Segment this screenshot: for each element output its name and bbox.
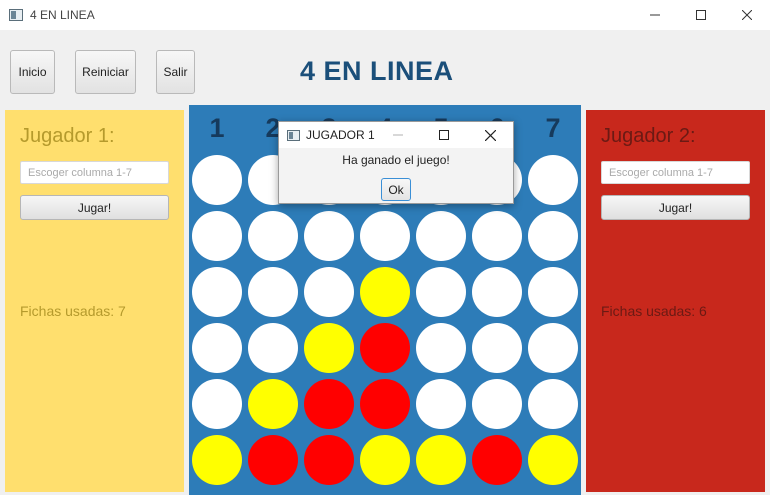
empty-slot bbox=[248, 211, 298, 261]
window-titlebar: 4 EN LINEA bbox=[0, 0, 770, 30]
window-controls bbox=[632, 0, 770, 30]
dialog-minimize-icon[interactable] bbox=[375, 122, 421, 148]
column-number: 1 bbox=[209, 113, 225, 143]
yellow-piece bbox=[192, 435, 242, 485]
yellow-piece bbox=[360, 267, 410, 317]
app-title: 4 EN LINEA bbox=[300, 56, 454, 86]
empty-slot bbox=[192, 267, 242, 317]
player1-play-button[interactable]: Jugar! bbox=[20, 195, 169, 220]
winner-dialog: JUGADOR 1 Ha ganado el juego! Ok bbox=[278, 121, 514, 204]
empty-slot bbox=[192, 379, 242, 429]
red-piece bbox=[304, 379, 354, 429]
dialog-close-icon[interactable] bbox=[467, 122, 513, 148]
player2-panel: Jugador 2: Jugar! Fichas usadas: 6 bbox=[586, 110, 765, 492]
dialog-title: JUGADOR 1 bbox=[306, 128, 375, 142]
player1-panel: Jugador 1: Jugar! Fichas usadas: 7 bbox=[5, 110, 184, 492]
empty-slot bbox=[304, 267, 354, 317]
dialog-controls bbox=[375, 122, 513, 148]
empty-slot bbox=[248, 267, 298, 317]
player2-title: Jugador 2: bbox=[601, 125, 696, 147]
yellow-piece bbox=[248, 379, 298, 429]
empty-slot bbox=[472, 211, 522, 261]
empty-slot bbox=[528, 267, 578, 317]
empty-slot bbox=[416, 379, 466, 429]
empty-slot bbox=[528, 155, 578, 205]
red-piece bbox=[304, 435, 354, 485]
red-piece bbox=[360, 323, 410, 373]
player1-title: Jugador 1: bbox=[20, 125, 115, 147]
empty-slot bbox=[472, 379, 522, 429]
inicio-button[interactable]: Inicio bbox=[10, 50, 55, 94]
yellow-piece bbox=[416, 435, 466, 485]
empty-slot bbox=[472, 323, 522, 373]
empty-slot bbox=[360, 211, 410, 261]
dialog-message: Ha ganado el juego! bbox=[342, 153, 450, 167]
dialog-titlebar: JUGADOR 1 bbox=[279, 122, 513, 148]
dialog-app-icon bbox=[287, 129, 300, 141]
empty-slot bbox=[192, 211, 242, 261]
player2-column-input[interactable] bbox=[601, 161, 750, 184]
yellow-piece bbox=[360, 435, 410, 485]
reiniciar-button[interactable]: Reiniciar bbox=[75, 50, 136, 94]
empty-slot bbox=[416, 211, 466, 261]
red-piece bbox=[248, 435, 298, 485]
red-piece bbox=[472, 435, 522, 485]
yellow-piece bbox=[528, 435, 578, 485]
window-title: 4 EN LINEA bbox=[30, 8, 95, 22]
ok-button[interactable]: Ok bbox=[381, 178, 411, 201]
empty-slot bbox=[528, 323, 578, 373]
maximize-icon[interactable] bbox=[678, 0, 724, 30]
empty-slot bbox=[528, 211, 578, 261]
red-piece bbox=[360, 379, 410, 429]
empty-slot bbox=[192, 155, 242, 205]
player1-pieces-used: Fichas usadas: 7 bbox=[20, 303, 126, 319]
column-number: 7 bbox=[545, 113, 561, 143]
empty-slot bbox=[248, 323, 298, 373]
dialog-maximize-icon[interactable] bbox=[421, 122, 467, 148]
yellow-piece bbox=[304, 323, 354, 373]
close-icon[interactable] bbox=[724, 0, 770, 30]
player2-pieces-used: Fichas usadas: 6 bbox=[601, 303, 707, 319]
player2-play-button[interactable]: Jugar! bbox=[601, 195, 750, 220]
player1-column-input[interactable] bbox=[20, 161, 169, 184]
app-icon bbox=[9, 9, 23, 21]
empty-slot bbox=[192, 323, 242, 373]
salir-button[interactable]: Salir bbox=[156, 50, 195, 94]
empty-slot bbox=[416, 267, 466, 317]
empty-slot bbox=[304, 211, 354, 261]
minimize-icon[interactable] bbox=[632, 0, 678, 30]
empty-slot bbox=[472, 267, 522, 317]
empty-slot bbox=[528, 379, 578, 429]
empty-slot bbox=[416, 323, 466, 373]
